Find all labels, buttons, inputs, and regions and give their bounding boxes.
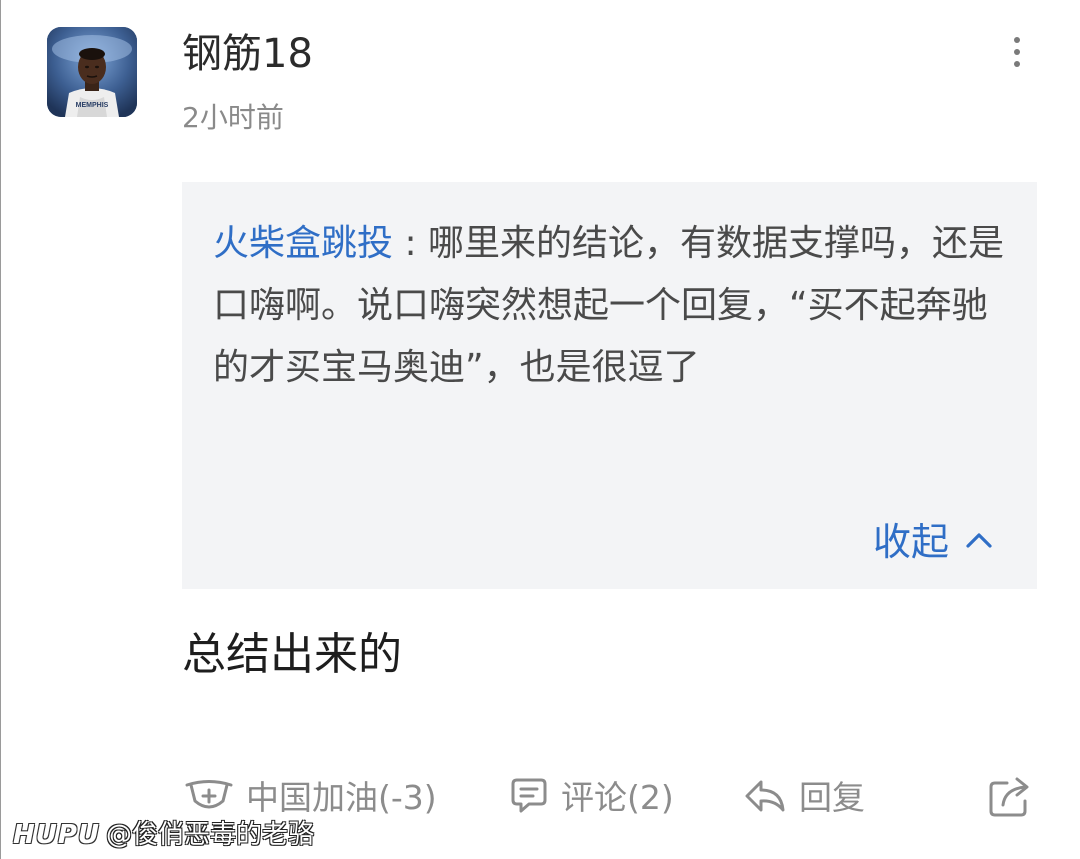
quoted-reply-text: 火柴盒跳投 : 哪里来的结论，有数据支撑吗，还是口嗨啊。说口嗨突然想起一个回复，… <box>213 213 1013 399</box>
more-dot <box>1014 61 1020 67</box>
comment-label: 评论(2) <box>561 778 674 817</box>
post-time: 2小时前 <box>182 101 284 134</box>
quote-separator: : <box>393 223 429 264</box>
comment-text: 总结出来的 <box>182 629 402 680</box>
share-icon <box>987 773 1033 823</box>
more-options-button[interactable] <box>997 30 1037 74</box>
speech-bubble-icon <box>509 776 549 820</box>
player-avatar-image: MEMPHIS <box>47 27 137 117</box>
hupu-watermark-logo: HUPU <box>13 820 101 850</box>
cheer-label: 中国加油(-3) <box>246 778 437 817</box>
comment-button[interactable]: 评论(2) <box>509 770 674 826</box>
comment-card: MEMPHIS 钢筋18 2小时前 火柴盒跳投 : 哪里来的结论，有数据支撑吗，… <box>0 0 1080 859</box>
username[interactable]: 钢筋18 <box>182 30 313 78</box>
reply-arrow-icon <box>743 776 787 820</box>
mask-cross-icon <box>184 779 234 817</box>
watermark: HUPU @俊俏恶毒的老骆 <box>13 818 314 852</box>
svg-text:MEMPHIS: MEMPHIS <box>76 102 109 109</box>
more-vertical-icon <box>1014 37 1020 43</box>
reply-button[interactable]: 回复 <box>743 770 865 826</box>
share-button[interactable] <box>987 770 1033 826</box>
reply-label: 回复 <box>799 778 865 817</box>
more-dot <box>1014 49 1020 55</box>
quoted-author-link[interactable]: 火柴盒跳投 <box>213 223 393 264</box>
collapse-label: 收起 <box>872 520 949 564</box>
avatar[interactable]: MEMPHIS <box>47 27 137 117</box>
quoted-reply: 火柴盒跳投 : 哪里来的结论，有数据支撑吗，还是口嗨啊。说口嗨突然想起一个回复，… <box>182 182 1037 589</box>
chevron-up-icon <box>965 531 993 553</box>
watermark-user: @俊俏恶毒的老骆 <box>106 820 315 850</box>
collapse-button[interactable]: 收起 <box>873 519 993 565</box>
